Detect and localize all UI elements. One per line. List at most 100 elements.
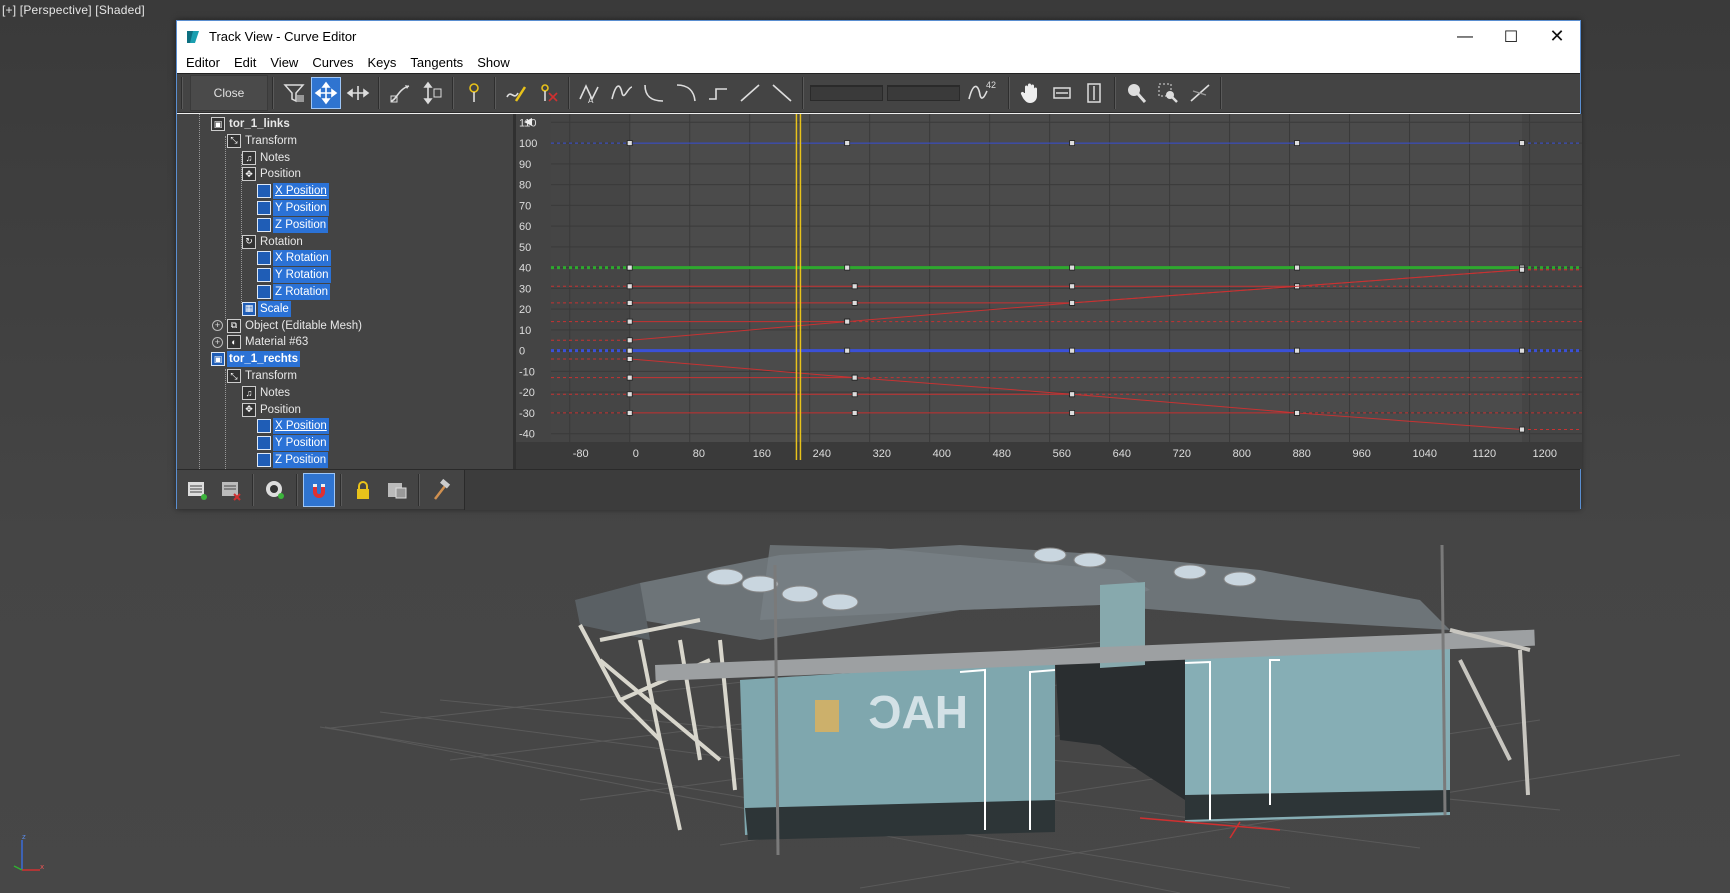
filters-icon[interactable]	[279, 77, 309, 109]
key-point	[1069, 410, 1076, 416]
tree-item-material[interactable]: + ◐ Material #63	[212, 334, 310, 350]
object-icon: ▣	[211, 117, 225, 131]
y-tick-label: 10	[519, 325, 531, 337]
menu-tangents[interactable]: Tangents	[403, 52, 470, 73]
draw-curves-icon[interactable]	[501, 77, 531, 109]
tree-item-track[interactable]: Y Position	[257, 435, 329, 452]
snap-frames-icon[interactable]	[303, 472, 335, 507]
transform-icon: ⤡	[227, 133, 241, 148]
smooth-tangents-icon[interactable]	[767, 77, 797, 109]
y-tick-label: 60	[519, 221, 531, 233]
menu-curves[interactable]: Curves	[305, 52, 360, 73]
track-icon	[257, 217, 271, 232]
frame-vertical-icon[interactable]	[1079, 77, 1109, 109]
tree-item-mesh[interactable]: + ⧉ Object (Editable Mesh)	[212, 318, 364, 334]
linear-tangents-icon[interactable]	[735, 77, 765, 109]
spline-tangents-icon[interactable]	[607, 77, 637, 109]
slow-tangents-icon[interactable]	[671, 77, 701, 109]
add-keys-icon[interactable]	[459, 77, 489, 109]
zoom-selected-object-icon[interactable]	[259, 473, 291, 507]
track-icon	[257, 184, 271, 199]
title-bar[interactable]: Track View - Curve Editor — ☐ ✕	[177, 21, 1580, 52]
curve-graph[interactable]: -80 0 80 160 240 320 400 480 560 640 720 800 880 960 1…	[516, 114, 1582, 469]
step-tangents-icon[interactable]	[703, 77, 733, 109]
y-tick-label: -20	[519, 387, 535, 399]
tree-item-rotation[interactable]: ↻ Rotation	[242, 234, 305, 250]
pan-icon[interactable]	[1015, 77, 1045, 109]
zoom-region-icon[interactable]	[1153, 77, 1183, 109]
tree-item-object[interactable]: ▣ tor_1_links	[211, 116, 292, 132]
svg-text:HAC: HAC	[868, 686, 968, 738]
tree-item-track[interactable]: X Position	[257, 418, 329, 435]
tree-item-transform[interactable]: ⤡ Transform	[227, 133, 299, 149]
scale-values-icon[interactable]	[417, 77, 447, 109]
tree-item-position[interactable]: ✥ Position	[242, 402, 303, 418]
tree-item-track[interactable]: Z Position	[257, 452, 329, 468]
expand-icon[interactable]: +	[212, 320, 223, 332]
track-icon	[257, 436, 271, 451]
curve-display-icon[interactable]	[381, 473, 413, 507]
maximize-button[interactable]: ☐	[1488, 21, 1534, 52]
curve-editor-window[interactable]: Track View - Curve Editor — ☐ ✕ Editor E…	[176, 20, 1582, 510]
delete-stats-icon[interactable]	[215, 473, 247, 507]
frame-horizontal-icon[interactable]	[1047, 77, 1077, 109]
tree-item-notes[interactable]: ♫ Notes	[242, 385, 292, 401]
slide-keys-icon[interactable]	[343, 77, 373, 109]
toolbar-separator	[494, 77, 496, 109]
key-point	[851, 300, 858, 306]
tree-guide-line	[225, 136, 226, 320]
tree-item-track[interactable]: Y Rotation	[257, 267, 331, 284]
tree-item-notes[interactable]: ♫ Notes	[242, 150, 292, 166]
menu-keys[interactable]: Keys	[361, 52, 404, 73]
tree-item-scale[interactable]: ▦ Scale	[242, 300, 291, 317]
scale-icon: ▦	[242, 301, 256, 316]
track-icon	[257, 251, 271, 266]
auto-tangents-icon[interactable]: A	[575, 77, 605, 109]
minimize-button[interactable]: —	[1442, 21, 1488, 52]
object-icon: ▣	[211, 352, 225, 367]
toolbar-grip[interactable]	[181, 77, 183, 109]
x-tick-label: -80	[573, 448, 589, 460]
toolbar-separator	[340, 473, 342, 506]
menu-view[interactable]: View	[263, 52, 305, 73]
tree-item-track[interactable]: Z Position	[257, 216, 329, 233]
move-keys-icon[interactable]	[311, 77, 341, 109]
value-field[interactable]	[887, 85, 960, 101]
tree-item-track[interactable]: X Position	[257, 183, 329, 200]
track-icon	[257, 285, 271, 299]
tree-item-track[interactable]: Z Rotation	[257, 284, 331, 300]
menu-show[interactable]: Show	[470, 52, 517, 73]
tree-item-label: tor_1_rechts	[227, 351, 301, 368]
key-point	[844, 264, 851, 271]
tree-item-track[interactable]: X Rotation	[257, 250, 331, 267]
show-selected-key-stats-icon[interactable]	[181, 473, 213, 507]
fast-tangents-icon[interactable]	[639, 77, 669, 109]
menu-edit[interactable]: Edit	[227, 52, 263, 73]
close-window-button[interactable]: ✕	[1534, 21, 1580, 52]
key-point	[1519, 140, 1525, 146]
toolbar-separator	[272, 77, 274, 109]
tree-item-track[interactable]: Y Position	[257, 200, 329, 216]
key-point	[844, 140, 851, 146]
frame-field[interactable]	[810, 85, 883, 101]
controller-window[interactable]: ▣ tor_1_links ⤡ Transform ♫ Notes ✥ Position X P…	[177, 114, 516, 469]
tree-item-label: Transform	[245, 370, 297, 382]
expand-icon[interactable]: +	[212, 336, 223, 348]
tree-item-position[interactable]: ✥ Position	[242, 166, 303, 182]
tree-item-object[interactable]: ▣ tor_1_rechts	[211, 351, 301, 368]
menu-editor[interactable]: Editor	[179, 52, 227, 73]
lock-selection-icon[interactable]	[347, 473, 379, 507]
isolate-curve-icon[interactable]	[1185, 77, 1215, 109]
hammer-icon[interactable]	[425, 473, 457, 507]
tree-item-label: Position	[260, 403, 301, 416]
toolbar-separator	[1114, 77, 1117, 109]
x-tick-label: 1200	[1533, 448, 1557, 460]
close-button[interactable]: Close	[190, 75, 268, 111]
key-point	[851, 374, 858, 381]
zoom-icon[interactable]	[1121, 77, 1151, 109]
tree-item-transform[interactable]: ⤡ Transform	[227, 368, 299, 384]
key-point	[626, 337, 633, 344]
y-tick-label: 70	[519, 200, 531, 212]
scale-keys-time-icon[interactable]	[385, 77, 415, 109]
reduce-keys-icon[interactable]	[533, 77, 563, 109]
